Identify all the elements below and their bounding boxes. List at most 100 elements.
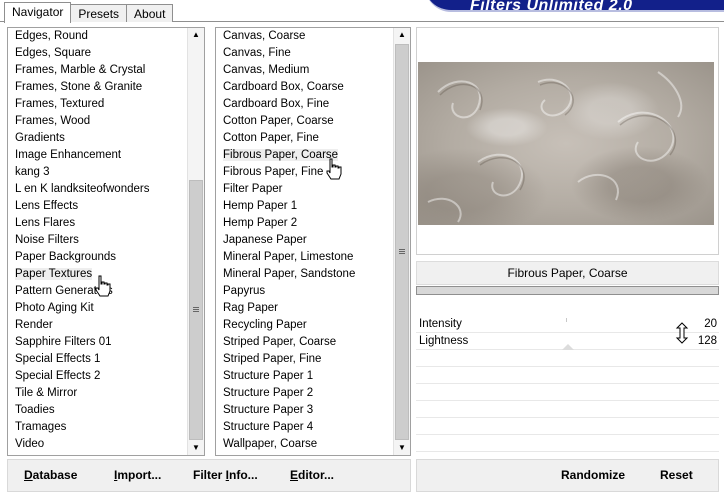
filter-item-label: Mineral Paper, Sandstone [223, 268, 356, 280]
filter-list-item[interactable]: Canvas, Coarse [216, 28, 393, 45]
category-item-label: Render [15, 319, 53, 331]
filter-list-item[interactable]: Hemp Paper 1 [216, 198, 393, 215]
category-item-label: Paper Textures [15, 268, 93, 280]
category-scroll-thumb[interactable] [189, 180, 203, 440]
filter-item-label: Structure Paper 4 [223, 421, 314, 433]
filter-list-item[interactable]: Recycling Paper [216, 317, 393, 334]
category-list-item[interactable]: Paper Backgrounds [8, 249, 187, 266]
filter-list-item[interactable]: Striped Paper, Fine [216, 351, 393, 368]
filter-scroll-thumb[interactable] [395, 44, 409, 440]
scroll-up-arrow-icon[interactable]: ▲ [188, 28, 204, 42]
filter-list-item[interactable]: Structure Paper 1 [216, 368, 393, 385]
filter-list-item[interactable]: Filter Paper [216, 181, 393, 198]
category-list-item[interactable]: Frames, Textured [8, 96, 187, 113]
database-button[interactable]: Database [24, 468, 77, 482]
filter-item-label: Wallpaper, Coarse [223, 438, 318, 450]
category-scrollbar[interactable]: ▲ ▼ [187, 28, 204, 455]
filter-list-item[interactable]: Mineral Paper, Limestone [216, 249, 393, 266]
filter-list-item[interactable]: Wallpaper, Coarse [216, 436, 393, 453]
filter-list-item[interactable]: Cardboard Box, Coarse [216, 79, 393, 96]
category-list-item[interactable]: Lens Effects [8, 198, 187, 215]
category-item-label: Pattern Generators [15, 285, 113, 297]
scroll-up-arrow-icon[interactable]: ▲ [394, 28, 410, 42]
category-list-item[interactable]: Toadies [8, 402, 187, 419]
category-list-item[interactable]: Edges, Round [8, 28, 187, 45]
filter-list-item[interactable]: Structure Paper 2 [216, 385, 393, 402]
parameter-value[interactable]: 20 [704, 316, 717, 333]
tab-strip: Navigator Presets About [4, 2, 174, 23]
parameter-row-empty [416, 350, 719, 367]
editor-button[interactable]: Editor... [290, 468, 334, 482]
category-list-item[interactable]: Photo Aging Kit [8, 300, 187, 317]
filter-list-item[interactable]: Hemp Paper 2 [216, 215, 393, 232]
category-list-item[interactable]: Tile & Mirror [8, 385, 187, 402]
reset-button[interactable]: Reset [660, 468, 693, 482]
category-list-item[interactable]: Video [8, 436, 187, 453]
category-item-label: Photo Aging Kit [15, 302, 94, 314]
filter-list-item[interactable]: Canvas, Fine [216, 45, 393, 62]
category-list-item[interactable]: L en K landksiteofwonders [8, 181, 187, 198]
category-list-item[interactable]: Tramages [8, 419, 187, 436]
filter-list-item[interactable]: Cotton Paper, Fine [216, 130, 393, 147]
category-item-label: Lens Flares [15, 217, 76, 229]
filter-list-item[interactable]: Canvas, Medium [216, 62, 393, 79]
filter-item-label: Cotton Paper, Coarse [223, 115, 334, 127]
filter-list-item[interactable]: Fibrous Paper, Coarse [216, 147, 393, 164]
filter-list-item[interactable]: Structure Paper 4 [216, 419, 393, 436]
filter-list-item[interactable]: Mineral Paper, Sandstone [216, 266, 393, 283]
parameter-row-intensity[interactable]: Intensity 20 [416, 316, 719, 333]
category-item-label: Gradients [15, 132, 65, 144]
filter-list-item[interactable]: Cotton Paper, Coarse [216, 113, 393, 130]
filter-scrollbar[interactable]: ▲ ▼ [393, 28, 410, 455]
randomize-button[interactable]: Randomize [561, 468, 625, 482]
category-list-item[interactable]: Pattern Generators [8, 283, 187, 300]
scroll-down-arrow-icon[interactable]: ▼ [394, 441, 410, 455]
category-list-item[interactable]: Noise Filters [8, 232, 187, 249]
filter-item-label: Hemp Paper 1 [223, 200, 298, 212]
filter-list-item[interactable]: Striped Paper, Coarse [216, 334, 393, 351]
filter-info-button[interactable]: Filter Info... [193, 468, 258, 482]
category-list-item[interactable]: Render [8, 317, 187, 334]
filter-item-label: Structure Paper 2 [223, 387, 314, 399]
parameter-value[interactable]: 128 [698, 333, 717, 350]
parameter-row-empty [416, 384, 719, 401]
filter-item-label: Recycling Paper [223, 319, 307, 331]
tab-about[interactable]: About [126, 4, 174, 22]
filter-list-item[interactable]: Rag Paper [216, 300, 393, 317]
scroll-down-arrow-icon[interactable]: ▼ [188, 441, 204, 455]
filter-list-item[interactable]: Structure Paper 3 [216, 402, 393, 419]
category-list-item[interactable]: Frames, Wood [8, 113, 187, 130]
parameter-row-lightness[interactable]: Lightness 128 [416, 333, 719, 350]
filter-list-panel: Canvas, Coarse Canvas, Fine Canvas, Medium… [215, 27, 411, 456]
progress-fill [417, 287, 718, 294]
category-list-item[interactable]: Special Effects 2 [8, 368, 187, 385]
category-list-item[interactable]: Special Effects 1 [8, 351, 187, 368]
filter-item-label: Fibrous Paper, Fine [223, 166, 324, 178]
category-list-item[interactable]: Paper Textures [8, 266, 187, 283]
category-item-label: Toadies [15, 404, 55, 416]
category-list-item[interactable]: Image Enhancement [8, 147, 187, 164]
tab-navigator[interactable]: Navigator [4, 2, 72, 23]
category-list-item[interactable]: Frames, Marble & Crystal [8, 62, 187, 79]
category-list-item[interactable]: Edges, Square [8, 45, 187, 62]
scroll-grip [193, 309, 199, 310]
category-list-item[interactable]: kang 3 [8, 164, 187, 181]
filter-list[interactable]: Canvas, Coarse Canvas, Fine Canvas, Medium… [216, 28, 393, 455]
category-list[interactable]: Edges, Round Edges, Square Frames, Marble … [8, 28, 187, 455]
import-button[interactable]: Import... [114, 468, 161, 482]
category-list-item[interactable]: Sapphire Filters 01 [8, 334, 187, 351]
tab-presets[interactable]: Presets [70, 4, 128, 22]
filter-list-item[interactable]: Fibrous Paper, Fine [216, 164, 393, 181]
category-list-item[interactable]: Lens Flares [8, 215, 187, 232]
parameter-panel: Intensity 20 Lightness 128 [416, 316, 719, 458]
filter-list-item[interactable]: Cardboard Box, Fine [216, 96, 393, 113]
filter-item-label: Filter Paper [223, 183, 283, 195]
filter-list-item[interactable]: Papyrus [216, 283, 393, 300]
category-item-label: L en K landksiteofwonders [15, 183, 150, 195]
category-item-label: Special Effects 1 [15, 353, 101, 365]
category-list-item[interactable]: Gradients [8, 130, 187, 147]
category-list-item[interactable]: Frames, Stone & Granite [8, 79, 187, 96]
category-item-label: kang 3 [15, 166, 50, 178]
filter-item-label: Papyrus [223, 285, 266, 297]
filter-list-item[interactable]: Japanese Paper [216, 232, 393, 249]
